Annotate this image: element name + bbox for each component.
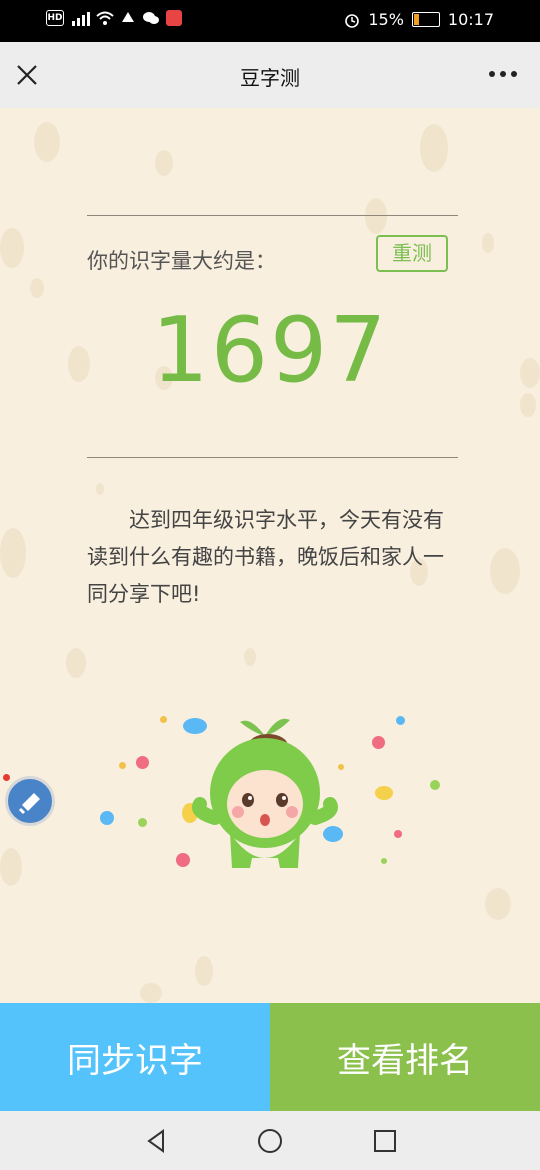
home-icon[interactable] (256, 1127, 284, 1155)
confetti-dot (136, 756, 149, 769)
status-icons-right: 15% 10:17 (344, 10, 494, 29)
background-blot (140, 983, 162, 1003)
floating-tool-button[interactable] (5, 776, 55, 826)
score-value: 1697 (151, 298, 389, 403)
view-ranking-button[interactable]: 查看排名 (270, 1003, 540, 1111)
battery-percent: 15% (368, 10, 404, 29)
tool-icon (18, 793, 40, 815)
sync-characters-button[interactable]: 同步识字 (0, 1003, 270, 1111)
wifi-icon (96, 11, 114, 25)
more-icon[interactable] (488, 64, 518, 84)
background-blot (0, 848, 22, 886)
background-blot (482, 233, 494, 253)
system-nav-bar (0, 1111, 540, 1170)
background-blot (244, 648, 256, 666)
alarm-icon (345, 13, 360, 28)
background-blot (155, 150, 173, 176)
background-blot (365, 198, 387, 234)
confetti-dot (160, 716, 167, 723)
title-bar: 豆字测 (0, 42, 540, 108)
background-blot (485, 888, 511, 920)
hd-icon: HD (46, 10, 64, 26)
confetti-dot (375, 786, 393, 800)
background-blot (0, 528, 26, 578)
background-blot (420, 124, 448, 172)
background-blot (195, 956, 213, 986)
top-divider (87, 215, 458, 216)
confetti-dot (430, 780, 440, 790)
confetti-dot (100, 811, 114, 825)
result-content: 你的识字量大约是： 重测 1697 达到四年级识字水平，今天有没有读到什么有趣的… (0, 108, 540, 1003)
background-blot (0, 228, 24, 268)
clock: 10:17 (447, 10, 494, 29)
status-icons-left: HD (46, 10, 182, 26)
confetti-dot (138, 818, 147, 827)
wechat-icon (143, 12, 159, 24)
back-icon[interactable] (142, 1127, 170, 1155)
retest-button[interactable]: 重测 (376, 235, 448, 272)
background-blot (30, 278, 44, 298)
background-blot (96, 483, 104, 495)
confetti-dot (381, 858, 387, 864)
confetti-dot (372, 736, 385, 749)
confetti-dot (396, 716, 405, 725)
background-blot (34, 122, 60, 162)
mascot-illustration (192, 718, 338, 868)
notification-app-icon (166, 10, 182, 26)
signal-4g-icon (72, 12, 90, 26)
status-bar: HD 15% 10:17 (0, 0, 540, 42)
background-blot (66, 648, 86, 678)
recents-icon[interactable] (371, 1127, 399, 1155)
page-title: 豆字测 (240, 66, 300, 90)
background-blot (490, 548, 520, 594)
bottom-divider (87, 457, 458, 458)
result-message: 达到四年级识字水平，今天有没有读到什么有趣的书籍，晚饭后和家人一同分享下吧! (87, 508, 444, 606)
app-icon (122, 12, 134, 22)
battery-icon (411, 12, 440, 27)
result-label: 你的识字量大约是： (87, 249, 276, 273)
confetti-dot (394, 830, 402, 838)
confetti-dot (119, 762, 126, 769)
